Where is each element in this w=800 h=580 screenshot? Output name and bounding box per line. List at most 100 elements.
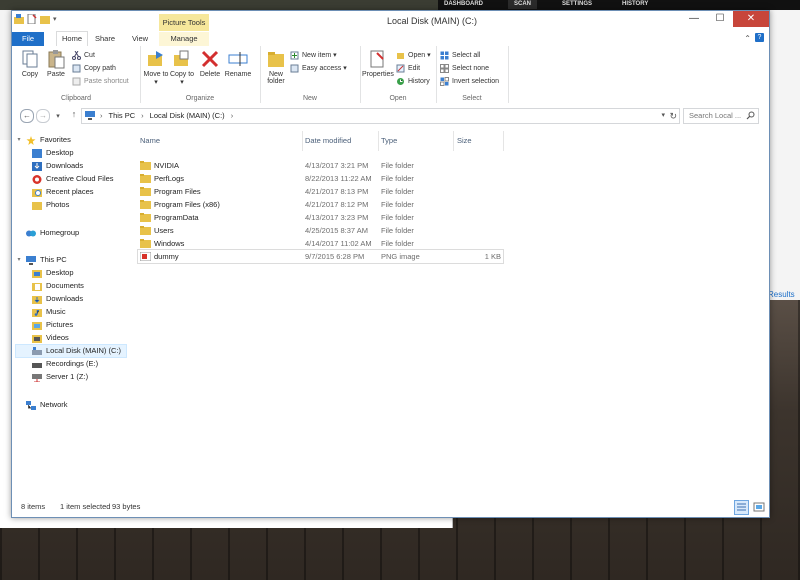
background-nav-dashboard[interactable]: DASHBOARD (438, 0, 489, 9)
nav-pc-pictures[interactable]: Pictures (32, 319, 73, 331)
recent-locations-chevron-icon[interactable]: ▾ (52, 111, 64, 123)
background-nav-history[interactable]: HISTORY (616, 0, 654, 9)
window-title: Local Disk (MAIN) (C:) (386, 16, 477, 26)
nav-network[interactable]: Network (16, 399, 68, 411)
nav-pc-documents[interactable]: Documents (32, 280, 84, 292)
forward-button[interactable]: → (36, 109, 50, 123)
nav-pc-local-disk[interactable]: Local Disk (MAIN) (C:) (15, 344, 127, 358)
tab-manage[interactable]: Manage (159, 32, 209, 46)
history-button[interactable]: History (396, 76, 430, 87)
select-all-button[interactable]: Select all (440, 50, 480, 61)
properties-qat-icon[interactable] (27, 14, 37, 24)
tab-file[interactable]: File (12, 32, 44, 46)
copy-to-button[interactable]: Copy to ▾ (168, 49, 196, 86)
up-button[interactable]: ↑ (68, 109, 80, 121)
nav-pc-videos[interactable]: Videos (32, 332, 69, 344)
column-header-size[interactable]: Size (457, 135, 472, 147)
nav-item-label: Recordings (E:) (46, 359, 99, 368)
background-nav-scan[interactable]: SCAN (508, 0, 538, 9)
address-row: ← → ▾ ↑ › This PC › Local Disk (MAIN) (C… (12, 103, 769, 127)
paste-button[interactable]: Paste (42, 49, 70, 78)
tab-view[interactable]: View (128, 32, 152, 46)
breadcrumb-separator-icon[interactable]: › (100, 109, 103, 123)
ribbon-collapse-icon[interactable]: ⌃ (744, 34, 751, 43)
downloads-icon (32, 295, 42, 304)
copy-path-button[interactable]: Copy path (72, 63, 116, 74)
cut-button[interactable]: Cut (72, 50, 95, 61)
explorer-app-icon[interactable] (14, 14, 24, 24)
open-group: Properties Open ▾ Edit History Open (360, 46, 437, 103)
column-header-type[interactable]: Type (381, 135, 397, 147)
background-results-link[interactable]: Results (768, 290, 795, 299)
nav-this-pc[interactable]: ▾ This PC (16, 254, 67, 266)
details-view-icon[interactable] (734, 500, 749, 515)
rename-button[interactable]: Rename (224, 49, 252, 78)
file-row-windows[interactable]: Windows 4/14/2017 11:02 AM File folder (138, 237, 503, 250)
column-header-date[interactable]: Date modified (305, 135, 351, 147)
copy-button[interactable]: Copy (16, 49, 44, 78)
copy-to-label: Copy to ▾ (169, 71, 195, 86)
new-folder-button[interactable]: New folder (262, 49, 290, 85)
breadcrumb-separator-icon[interactable]: › (231, 109, 234, 123)
collapse-chevron-icon[interactable]: ▾ (16, 134, 22, 146)
file-row-program-files[interactable]: Program Files 4/21/2017 8:13 PM File fol… (138, 185, 503, 198)
properties-button[interactable]: Properties (362, 49, 394, 78)
large-icons-view-icon[interactable] (753, 501, 765, 513)
search-input[interactable]: Search Local ... (683, 108, 759, 124)
move-to-button[interactable]: Move to ▾ (142, 49, 170, 86)
file-row-perflogs[interactable]: PerfLogs 8/22/2013 11:22 AM File folder (138, 172, 503, 185)
breadcrumb-this-pc[interactable]: This PC (109, 109, 136, 123)
new-item-button[interactable]: New item ▾ (290, 50, 337, 61)
nav-favorites-recent-places[interactable]: Recent places (32, 186, 94, 198)
nav-favorites[interactable]: ▾ Favorites (16, 134, 71, 146)
nav-favorites-creative-cloud[interactable]: Creative Cloud Files (32, 173, 114, 185)
new-folder-qat-icon[interactable] (40, 14, 50, 24)
collapse-chevron-icon[interactable]: ▾ (16, 254, 22, 266)
close-button[interactable]: ✕ (733, 11, 769, 27)
open-button[interactable]: Open ▾ (396, 50, 431, 61)
nav-pc-recordings[interactable]: Recordings (E:) (32, 358, 98, 370)
tab-home[interactable]: Home (56, 31, 88, 47)
file-row-dummy[interactable]: dummy 9/7/2015 6:28 PM PNG image 1 KB (137, 249, 504, 264)
column-header-name[interactable]: Name (140, 135, 160, 147)
column-divider[interactable] (302, 131, 303, 151)
file-row-program-files-x86[interactable]: Program Files (x86) 4/21/2017 8:12 PM Fi… (138, 198, 503, 211)
title-bar[interactable]: ▾ Picture Tools Local Disk (MAIN) (C:) —… (12, 11, 769, 33)
easy-access-button[interactable]: Easy access ▾ (290, 63, 347, 74)
nav-favorites-desktop[interactable]: Desktop (32, 147, 74, 159)
nav-pc-downloads[interactable]: Downloads (32, 293, 83, 305)
rename-icon (228, 52, 248, 66)
paste-shortcut-button[interactable]: Paste shortcut (72, 76, 129, 87)
refresh-icon[interactable]: ↻ (669, 109, 677, 123)
address-bar[interactable]: › This PC › Local Disk (MAIN) (C:) › ▾ ↻ (81, 108, 680, 124)
nav-pc-desktop[interactable]: Desktop (32, 267, 74, 279)
column-divider[interactable] (378, 131, 379, 151)
invert-selection-button[interactable]: Invert selection (440, 76, 499, 87)
nav-favorites-downloads[interactable]: Downloads (32, 160, 83, 172)
nav-pc-music[interactable]: Music (32, 306, 66, 318)
file-name: NVIDIA (154, 161, 180, 170)
select-none-button[interactable]: Select none (440, 63, 489, 74)
back-button[interactable]: ← (20, 109, 34, 123)
nav-homegroup[interactable]: Homegroup (16, 227, 79, 239)
file-row-users[interactable]: Users 4/25/2015 8:37 AM File folder (138, 224, 503, 237)
address-history-dropdown-icon[interactable]: ▾ (661, 109, 665, 123)
tab-share[interactable]: Share (92, 32, 118, 46)
edit-button[interactable]: Edit (396, 63, 420, 74)
file-row-nvidia[interactable]: NVIDIA 4/13/2017 3:21 PM File folder (138, 159, 503, 172)
column-divider[interactable] (453, 131, 454, 151)
nav-favorites-photos[interactable]: Photos (32, 199, 69, 211)
minimize-button[interactable]: — (681, 11, 707, 27)
breadcrumb-separator-icon[interactable]: › (141, 109, 144, 123)
delete-button[interactable]: Delete (196, 49, 224, 78)
maximize-button[interactable]: ☐ (707, 11, 733, 27)
column-divider[interactable] (503, 131, 504, 151)
help-icon[interactable]: ? (755, 33, 764, 42)
quick-access-toolbar: ▾ (14, 14, 57, 24)
breadcrumb-local-disk[interactable]: Local Disk (MAIN) (C:) (150, 109, 225, 123)
file-row-programdata[interactable]: ProgramData 4/13/2017 3:23 PM File folde… (138, 211, 503, 224)
background-nav-settings[interactable]: SETTINGS (556, 0, 598, 9)
file-name: ProgramData (154, 213, 199, 222)
nav-pc-server[interactable]: Server 1 (Z:) (32, 371, 88, 383)
qat-dropdown-icon[interactable]: ▾ (53, 15, 57, 23)
